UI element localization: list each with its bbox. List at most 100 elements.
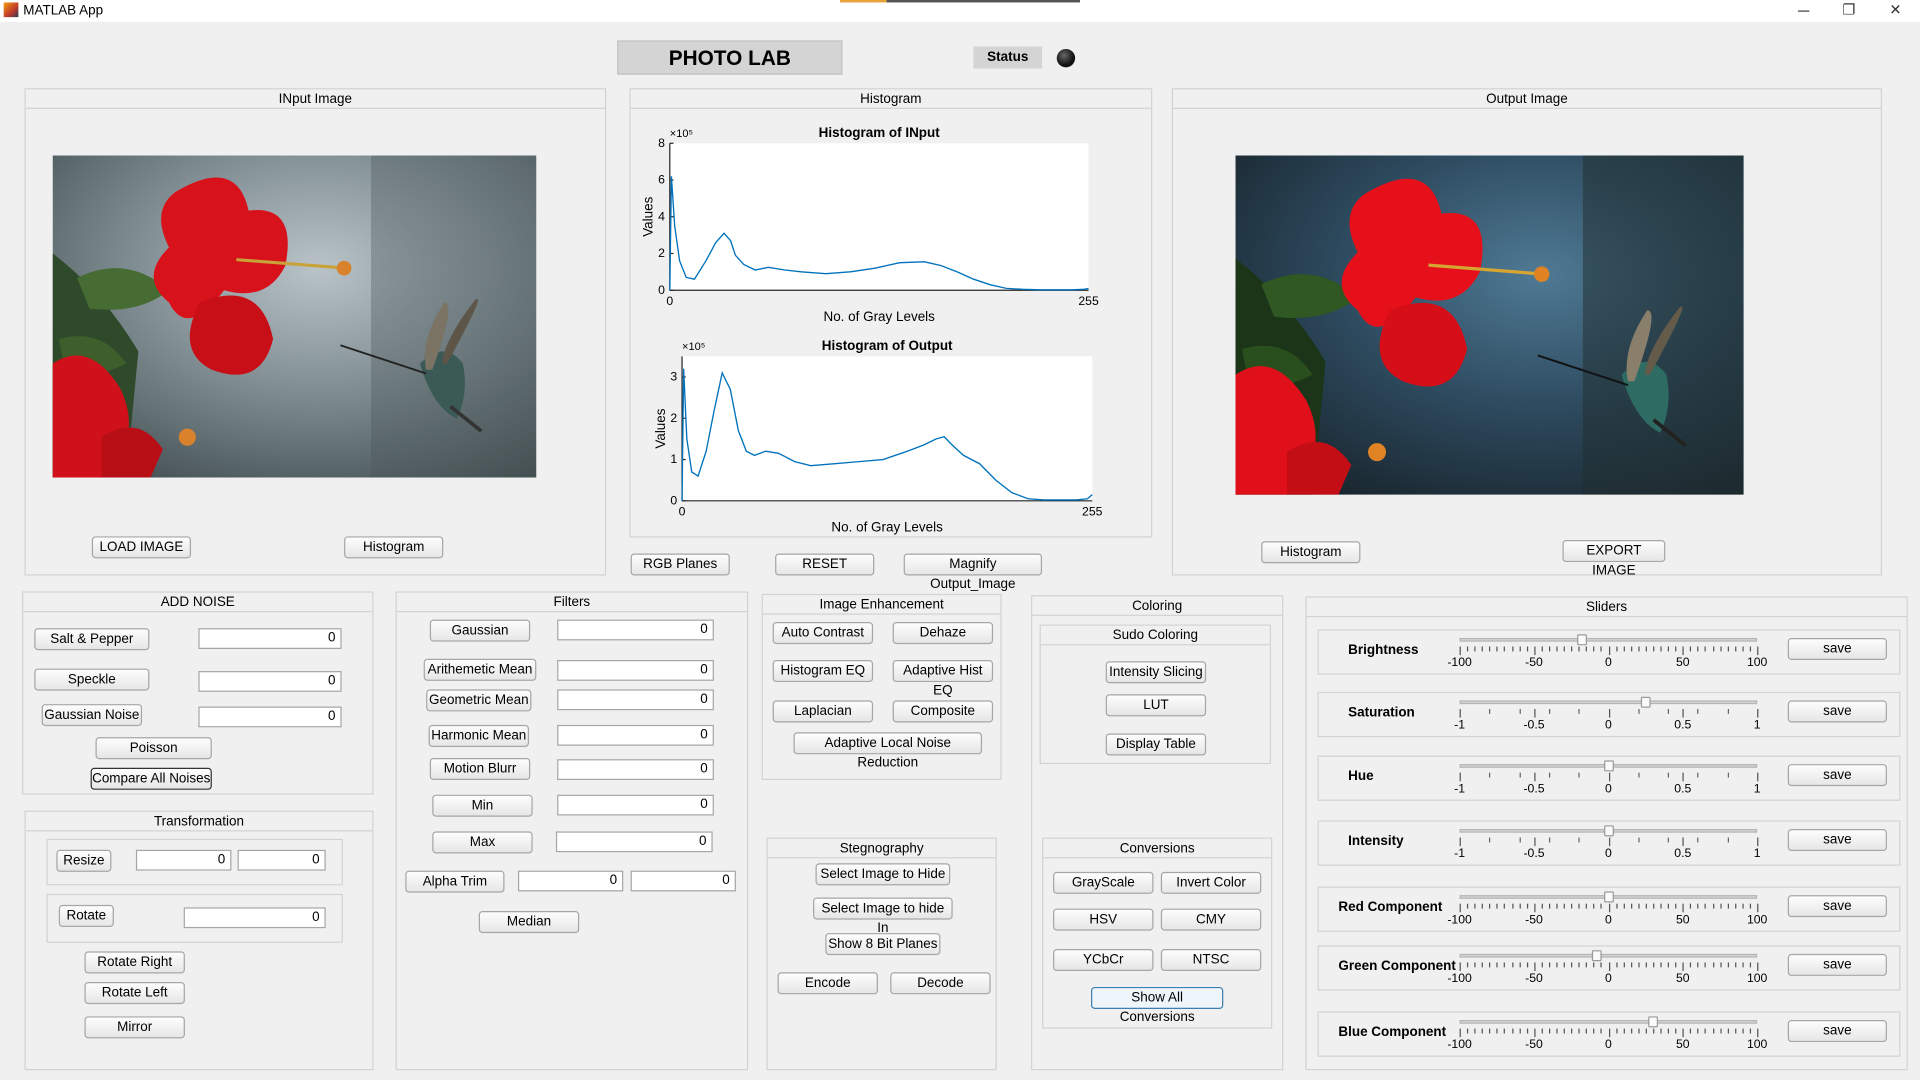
save-button[interactable]: save: [1787, 953, 1887, 976]
x-axis-label: No. of Gray Levels: [831, 519, 943, 534]
slider-thumb[interactable]: [1603, 825, 1614, 837]
slider-track[interactable]: [1459, 637, 1758, 642]
invert-color-button[interactable]: Invert Color: [1160, 871, 1262, 894]
encode-button[interactable]: Encode: [777, 972, 878, 995]
mirror-button[interactable]: Mirror: [84, 1016, 185, 1039]
cmy-button[interactable]: CMY: [1160, 908, 1262, 931]
alpha-trim-button[interactable]: Alpha Trim: [405, 870, 505, 893]
maximize-icon[interactable]: ❐: [1831, 1, 1868, 18]
min-filter-input[interactable]: 0: [557, 794, 714, 816]
rotate-input[interactable]: 0: [183, 907, 326, 929]
resize-button[interactable]: Resize: [56, 849, 112, 872]
select-image-hide-button[interactable]: Select Image to Hide: [815, 863, 951, 886]
save-button[interactable]: save: [1787, 895, 1887, 918]
slider-tick: [1459, 772, 1461, 782]
salt-pepper-button[interactable]: Salt & Pepper: [34, 628, 150, 651]
save-button[interactable]: save: [1787, 637, 1887, 661]
slider-tick: [1727, 646, 1729, 652]
slider-tick: [1548, 772, 1551, 778]
select-image-hide-in-button[interactable]: Select Image to hide In: [813, 897, 953, 936]
median-button[interactable]: Median: [478, 911, 580, 934]
show-8-bit-planes-button[interactable]: Show 8 Bit Planes: [825, 933, 941, 956]
slider-tick: [1481, 1028, 1484, 1034]
display-table-button[interactable]: Display Table: [1105, 733, 1207, 756]
minimize-icon[interactable]: ─: [1785, 1, 1822, 19]
slider-track[interactable]: [1459, 1020, 1758, 1024]
show-all-conversions-button[interactable]: Show All Conversions: [1091, 986, 1224, 1025]
reset-button[interactable]: RESET: [775, 553, 875, 576]
motion-blur-button[interactable]: Motion Blurr: [429, 757, 531, 781]
hsv-button[interactable]: HSV: [1053, 908, 1154, 931]
magnify-output-button[interactable]: Magnify Output_Image: [903, 553, 1043, 591]
max-filter-input[interactable]: 0: [555, 831, 713, 853]
gaussian-filter-button[interactable]: Gaussian: [429, 619, 531, 642]
slider-thumb[interactable]: [1603, 891, 1614, 903]
histogram-eq-button[interactable]: Histogram EQ: [772, 660, 874, 683]
resize-width-input[interactable]: 0: [135, 849, 232, 871]
min-filter-button[interactable]: Min: [432, 794, 533, 817]
slider-thumb[interactable]: [1648, 1016, 1658, 1028]
slider-track[interactable]: [1459, 953, 1758, 958]
alpha-trim-input-1[interactable]: 0: [517, 870, 624, 892]
slider-thumb[interactable]: [1591, 950, 1602, 962]
close-icon[interactable]: ✕: [1877, 1, 1914, 18]
speckle-button[interactable]: Speckle: [34, 668, 150, 691]
arithmetic-mean-input[interactable]: 0: [557, 660, 714, 681]
export-image-button[interactable]: EXPORT IMAGE: [1562, 540, 1666, 578]
save-button[interactable]: save: [1787, 700, 1887, 723]
auto-contrast-button[interactable]: Auto Contrast: [772, 622, 874, 645]
slider-tick: [1563, 646, 1565, 652]
slider-tick-label: -50: [1525, 1038, 1543, 1052]
rotate-left-button[interactable]: Rotate Left: [84, 982, 185, 1005]
slider-tick: [1533, 1028, 1536, 1038]
slider-tick: [1608, 962, 1610, 972]
output-histogram-button[interactable]: Histogram: [1261, 541, 1361, 564]
rotate-button[interactable]: Rotate: [58, 904, 114, 927]
axis-exponent-label: ×10⁵: [670, 128, 693, 140]
gaussian-noise-input[interactable]: 0: [198, 706, 342, 728]
salt-pepper-input[interactable]: 0: [198, 628, 342, 649]
laplacian-button[interactable]: Laplacian: [772, 700, 874, 723]
speckle-input[interactable]: 0: [198, 671, 342, 692]
decode-button[interactable]: Decode: [890, 972, 991, 995]
geometric-mean-input[interactable]: 0: [557, 689, 714, 711]
gaussian-noise-button[interactable]: Gaussian Noise: [41, 704, 143, 727]
max-filter-button[interactable]: Max: [432, 831, 533, 854]
grayscale-button[interactable]: GrayScale: [1053, 871, 1154, 894]
harmonic-mean-button[interactable]: Harmonic Mean: [428, 724, 529, 747]
rotate-right-button[interactable]: Rotate Right: [84, 951, 185, 974]
adaptive-noise-reduction-button[interactable]: Adaptive Local Noise Reduction: [793, 732, 983, 770]
ycbcr-button[interactable]: YCbCr: [1053, 948, 1154, 972]
input-histogram-button[interactable]: Histogram: [344, 536, 444, 559]
slider-tick: [1727, 962, 1729, 968]
slider-track[interactable]: [1459, 700, 1758, 705]
slider-thumb[interactable]: [1640, 696, 1651, 708]
lut-button[interactable]: LUT: [1105, 694, 1207, 717]
ntsc-button[interactable]: NTSC: [1160, 948, 1262, 972]
composite-button[interactable]: Composite: [892, 700, 994, 723]
poisson-button[interactable]: Poisson: [95, 737, 212, 760]
geometric-mean-button[interactable]: Geometric Mean: [426, 689, 532, 712]
y-tick-label: 6: [658, 173, 665, 187]
save-button[interactable]: save: [1787, 828, 1887, 852]
gaussian-filter-input[interactable]: 0: [557, 619, 714, 641]
y-tick-label: 8: [658, 136, 665, 150]
slider-tick: [1578, 646, 1580, 652]
dehaze-button[interactable]: Dehaze: [892, 622, 994, 645]
slider-tick-label: -50: [1525, 656, 1543, 670]
intensity-slicing-button[interactable]: Intensity Slicing: [1105, 661, 1207, 684]
motion-blur-input[interactable]: 0: [557, 759, 714, 781]
resize-height-input[interactable]: 0: [237, 849, 326, 871]
slider-thumb[interactable]: [1576, 634, 1587, 646]
load-image-button[interactable]: LOAD IMAGE: [91, 536, 192, 559]
save-button[interactable]: save: [1787, 764, 1887, 787]
save-button[interactable]: save: [1787, 1020, 1887, 1043]
arithmetic-mean-button[interactable]: Arithemetic Mean: [423, 658, 537, 681]
rgb-planes-button[interactable]: RGB Planes: [630, 553, 730, 576]
compare-noises-button[interactable]: Compare All Noises: [90, 767, 212, 790]
alpha-trim-input-2[interactable]: 0: [630, 870, 736, 892]
adaptive-hist-eq-button[interactable]: Adaptive Hist EQ: [892, 660, 994, 698]
slider-tick: [1742, 646, 1744, 652]
harmonic-mean-input[interactable]: 0: [557, 724, 714, 746]
slider-thumb[interactable]: [1603, 760, 1614, 772]
